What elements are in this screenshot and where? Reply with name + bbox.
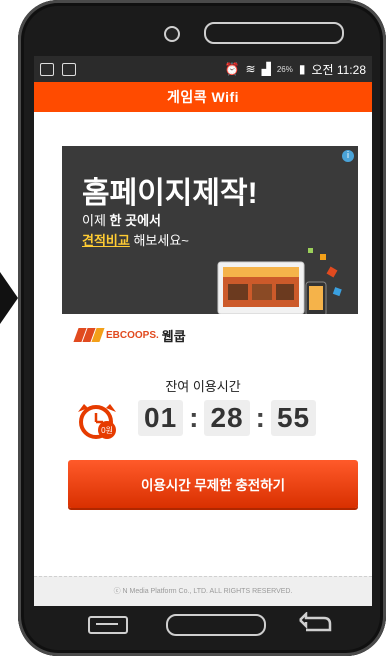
brand-name: EBCOOPS. xyxy=(106,329,159,341)
timer-minutes: 28 xyxy=(204,400,250,436)
home-button-icon[interactable] xyxy=(166,614,266,636)
remaining-time-display: 01 : 28 : 55 xyxy=(138,400,317,436)
gallery-icon xyxy=(62,62,76,76)
clock-time: 오전 11:28 xyxy=(311,62,366,77)
unlimited-charge-button[interactable]: 이용시간 무제한 충전하기 xyxy=(68,460,358,508)
alarm-clock-icon: 0원 xyxy=(78,404,116,439)
timer-seconds: 55 xyxy=(270,400,317,436)
front-camera xyxy=(164,26,180,42)
brand-korean: 웹쿱 xyxy=(161,328,186,344)
ad-headline: 홈페이지제작! xyxy=(82,177,258,210)
app-screen: ⏰ ≋ ▟ 26% ▮ 오전 11:28 게임콕 Wifi i 홈페이지제작! … xyxy=(34,56,372,606)
copyright-footer: ⓒ N Media Platform Co., LTD. ALL RIGHTS … xyxy=(34,576,372,606)
back-icon[interactable] xyxy=(294,612,334,636)
android-nav-bar xyxy=(88,612,368,638)
ad-banner[interactable]: i 홈페이지제작! 이제 한 곳에서 견적비교 해보세요~ EBCOOPS. 웹… xyxy=(62,146,358,356)
battery-icon: ▮ xyxy=(298,62,306,76)
svg-text:0원: 0원 xyxy=(101,426,113,435)
ad-brand-bar: EBCOOPS. 웹쿱 xyxy=(62,314,358,356)
recent-apps-icon[interactable] xyxy=(88,616,128,634)
timer-colon: : xyxy=(189,402,199,433)
ad-line1: 이제 한 곳에서 xyxy=(82,213,161,228)
app-title: 게임콕 Wifi xyxy=(166,89,240,105)
timer-colon: : xyxy=(255,402,265,433)
alarm-icon: ⏰ xyxy=(224,62,240,76)
app-title-bar: 게임콕 Wifi xyxy=(34,82,372,112)
wifi-icon: ≋ xyxy=(245,62,256,76)
ad-info-icon[interactable]: i xyxy=(342,150,354,162)
signal-icon: ▟ xyxy=(261,62,271,76)
remaining-time-label: 잔여 이용시간 xyxy=(165,379,241,394)
earpiece-speaker xyxy=(204,22,344,44)
timer-hours: 01 xyxy=(138,400,184,436)
phone-frame: ⏰ ≋ ▟ 26% ▮ 오전 11:28 게임콕 Wifi i 홈페이지제작! … xyxy=(18,0,386,656)
brand-logo-icon xyxy=(73,328,105,342)
ad-line2: 견적비교 해보세요~ xyxy=(82,233,189,248)
status-bar: ⏰ ≋ ▟ 26% ▮ 오전 11:28 xyxy=(34,56,372,82)
app-icon xyxy=(40,62,54,76)
battery-percent: 26% xyxy=(276,64,293,74)
pointer-arrow xyxy=(0,272,18,324)
